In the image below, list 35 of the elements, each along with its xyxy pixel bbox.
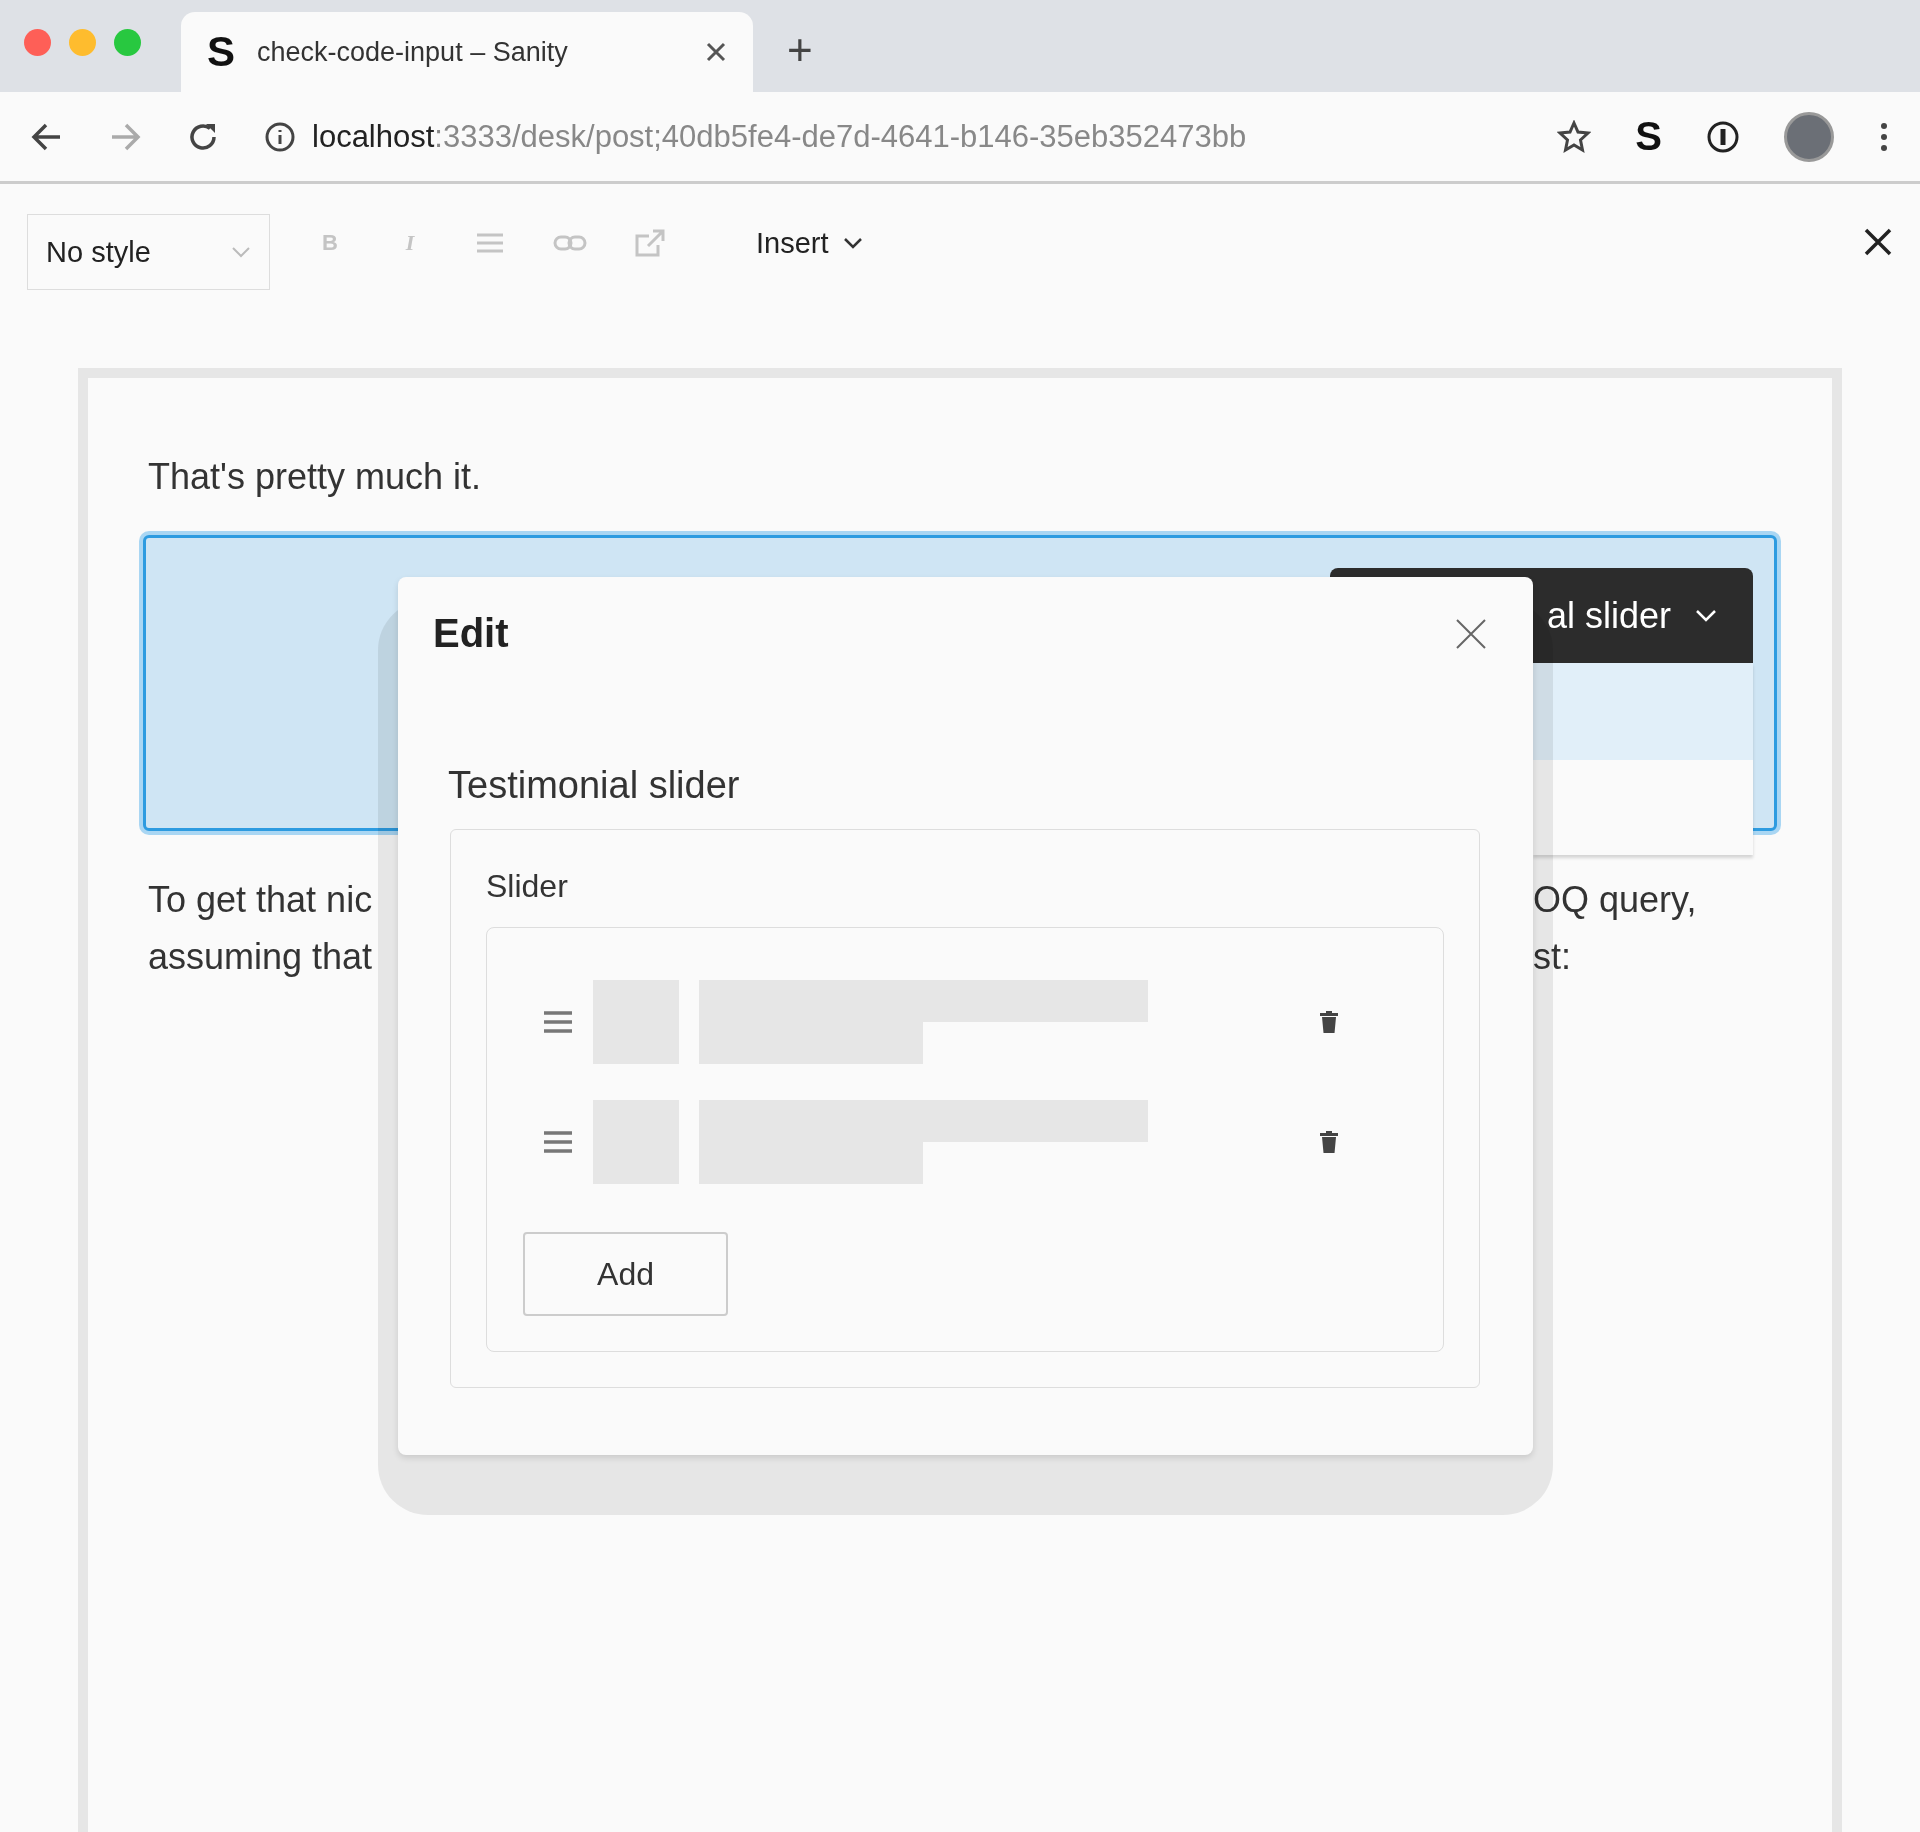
insert-menu-button[interactable]: Insert	[750, 225, 869, 261]
close-button[interactable]	[1863, 227, 1893, 257]
star-icon[interactable]	[1557, 119, 1592, 154]
chevron-down-icon	[842, 237, 863, 249]
list-icon	[475, 231, 505, 255]
close-icon[interactable]	[705, 41, 727, 63]
block-title: al slider	[1546, 594, 1671, 637]
paragraph-line: assuming that	[148, 935, 373, 979]
profile-avatar[interactable]	[1784, 111, 1834, 162]
chevron-down-icon	[231, 246, 251, 258]
field-label: Slider	[486, 868, 569, 905]
paragraph-line: To get that nic	[148, 878, 373, 922]
browser-tab[interactable]: S check-code-input – Sanity	[181, 12, 753, 92]
tab-logo: S	[207, 28, 235, 76]
url-host[interactable]: localhost	[312, 118, 435, 155]
tab-title: check-code-input – Sanity	[257, 36, 569, 68]
info-icon[interactable]	[264, 120, 296, 153]
trash-icon[interactable]	[1320, 1011, 1338, 1033]
password-manager-icon[interactable]	[1706, 119, 1740, 154]
drag-handle-icon[interactable]	[543, 1010, 573, 1034]
style-select[interactable]: No style	[27, 214, 270, 290]
paragraph-line: OQ query,	[1533, 878, 1698, 922]
paragraph: That's pretty much it.	[148, 455, 482, 499]
dialog-title: Edit	[433, 611, 509, 656]
add-button[interactable]: Add	[523, 1232, 728, 1316]
paragraph-line: st:	[1533, 935, 1572, 979]
section-title: Testimonial slider	[448, 764, 741, 807]
link-icon	[553, 233, 587, 253]
new-tab-button[interactable]: +	[781, 28, 819, 72]
trash-icon[interactable]	[1320, 1131, 1338, 1153]
external-link-icon	[634, 228, 666, 258]
extension-logo[interactable]: S	[1635, 114, 1662, 159]
chevron-down-icon	[1695, 609, 1717, 622]
drag-handle-icon[interactable]	[543, 1130, 573, 1154]
close-icon[interactable]	[1455, 617, 1487, 650]
